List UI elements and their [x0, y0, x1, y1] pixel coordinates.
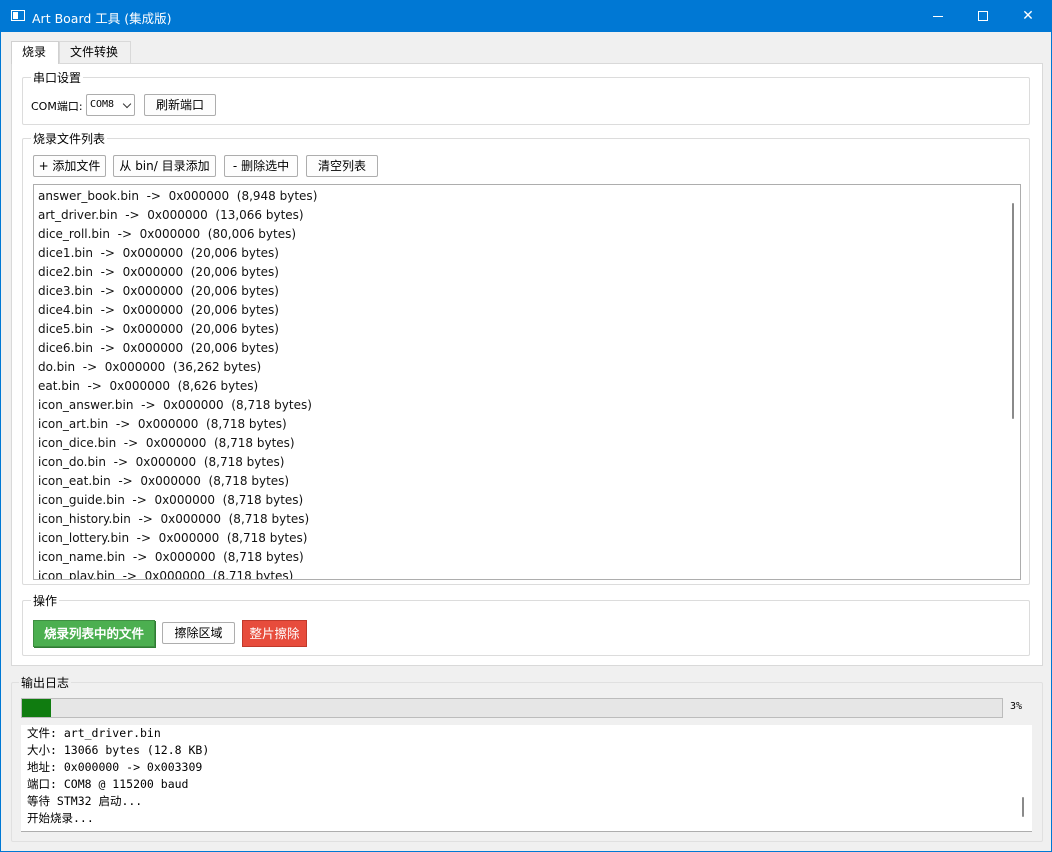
file-list-item[interactable]: icon_art.bin -> 0x000000 (8,718 bytes) [38, 415, 1020, 434]
file-list-item[interactable]: dice3.bin -> 0x000000 (20,006 bytes) [38, 282, 1020, 301]
clear-list-button[interactable]: 清空列表 [306, 155, 378, 177]
progress-bar [21, 698, 1003, 718]
file-list-label: 烧录文件列表 [31, 130, 108, 147]
log-scrollbar[interactable] [1022, 797, 1024, 817]
file-list-item[interactable]: icon_answer.bin -> 0x000000 (8,718 bytes… [38, 396, 1020, 415]
file-list-item[interactable]: eat.bin -> 0x000000 (8,626 bytes) [38, 377, 1020, 396]
erase-chip-button[interactable]: 整片擦除 [242, 620, 307, 647]
log-line: 等待 STM32 启动... [27, 794, 143, 808]
flash-list-button[interactable]: 烧录列表中的文件 [33, 620, 155, 647]
file-list-item[interactable]: dice_roll.bin -> 0x000000 (80,006 bytes) [38, 225, 1020, 244]
log-lines: 文件: art_driver.bin 大小: 13066 bytes (12.8 … [21, 725, 1032, 827]
flash-tab-panel: 串口设置 COM端口: COM8 刷新端口 烧录文件列表 + 添加文件 从 bi… [11, 63, 1043, 666]
chevron-down-icon [122, 99, 132, 109]
file-list-item[interactable]: icon_name.bin -> 0x000000 (8,718 bytes) [38, 548, 1020, 567]
title-bar[interactable]: Art Board 工具 (集成版) ✕ [1, 1, 1051, 32]
window-title: Art Board 工具 (集成版) [32, 11, 172, 26]
close-button[interactable]: ✕ [1005, 1, 1051, 32]
file-list-item[interactable]: art_driver.bin -> 0x000000 (13,066 bytes… [38, 206, 1020, 225]
maximize-icon [978, 11, 988, 21]
serial-settings-label: 串口设置 [31, 69, 84, 86]
close-icon: ✕ [1022, 8, 1034, 24]
log-line: 大小: 13066 bytes (12.8 KB) [27, 743, 210, 757]
log-line: 文件: art_driver.bin [27, 726, 161, 740]
log-line: 端口: COM8 @ 115200 baud [27, 777, 189, 791]
file-list-item[interactable]: icon_guide.bin -> 0x000000 (8,718 bytes) [38, 491, 1020, 510]
file-list-item[interactable]: dice4.bin -> 0x000000 (20,006 bytes) [38, 301, 1020, 320]
minimize-icon [933, 15, 943, 17]
minimize-button[interactable] [915, 1, 961, 32]
com-port-value: COM8 [90, 99, 115, 110]
file-list-item[interactable]: icon_play.bin -> 0x000000 (8,718 bytes) [38, 567, 1020, 579]
log-line: 地址: 0x000000 -> 0x003309 [27, 760, 203, 774]
remove-selected-button[interactable]: - 删除选中 [224, 155, 298, 177]
file-list-item[interactable]: dice5.bin -> 0x000000 (20,006 bytes) [38, 320, 1020, 339]
file-list[interactable]: answer_book.bin -> 0x000000 (8,948 bytes… [33, 184, 1021, 580]
output-log[interactable]: 文件: art_driver.bin 大小: 13066 bytes (12.8 … [21, 725, 1032, 832]
file-list-item[interactable]: dice1.bin -> 0x000000 (20,006 bytes) [38, 244, 1020, 263]
file-list-items: answer_book.bin -> 0x000000 (8,948 bytes… [34, 185, 1020, 579]
progress-percent-text: 3% [1010, 701, 1023, 712]
file-list-scrollbar[interactable] [1012, 203, 1014, 419]
file-list-item[interactable]: icon_eat.bin -> 0x000000 (8,718 bytes) [38, 472, 1020, 491]
maximize-button[interactable] [960, 1, 1006, 32]
app-window: Art Board 工具 (集成版) ✕ 烧录 文件转换 串口设置 COM端口:… [0, 0, 1052, 852]
file-list-item[interactable]: icon_history.bin -> 0x000000 (8,718 byte… [38, 510, 1020, 529]
output-log-label: 输出日志 [19, 674, 72, 691]
file-list-item[interactable]: icon_lottery.bin -> 0x000000 (8,718 byte… [38, 529, 1020, 548]
add-file-button[interactable]: + 添加文件 [33, 155, 106, 177]
log-line: 开始烧录... [27, 811, 94, 825]
refresh-ports-button[interactable]: 刷新端口 [144, 94, 216, 116]
file-list-item[interactable]: icon_dice.bin -> 0x000000 (8,718 bytes) [38, 434, 1020, 453]
erase-region-button[interactable]: 擦除区域 [162, 622, 235, 644]
file-list-item[interactable]: dice6.bin -> 0x000000 (20,006 bytes) [38, 339, 1020, 358]
file-list-item[interactable]: icon_do.bin -> 0x000000 (8,718 bytes) [38, 453, 1020, 472]
file-list-item[interactable]: do.bin -> 0x000000 (36,262 bytes) [38, 358, 1020, 377]
com-port-label: COM端口: [31, 100, 83, 113]
com-port-select[interactable]: COM8 [86, 94, 135, 116]
actions-label: 操作 [31, 592, 60, 609]
progress-fill [22, 699, 52, 717]
add-from-bin-dir-button[interactable]: 从 bin/ 目录添加 [113, 155, 216, 177]
file-list-item[interactable]: answer_book.bin -> 0x000000 (8,948 bytes… [38, 187, 1020, 206]
tab-file-convert[interactable]: 文件转换 [59, 41, 131, 63]
file-list-item[interactable]: dice2.bin -> 0x000000 (20,006 bytes) [38, 263, 1020, 282]
app-window-icon [11, 10, 25, 21]
tab-flash[interactable]: 烧录 [11, 41, 59, 64]
